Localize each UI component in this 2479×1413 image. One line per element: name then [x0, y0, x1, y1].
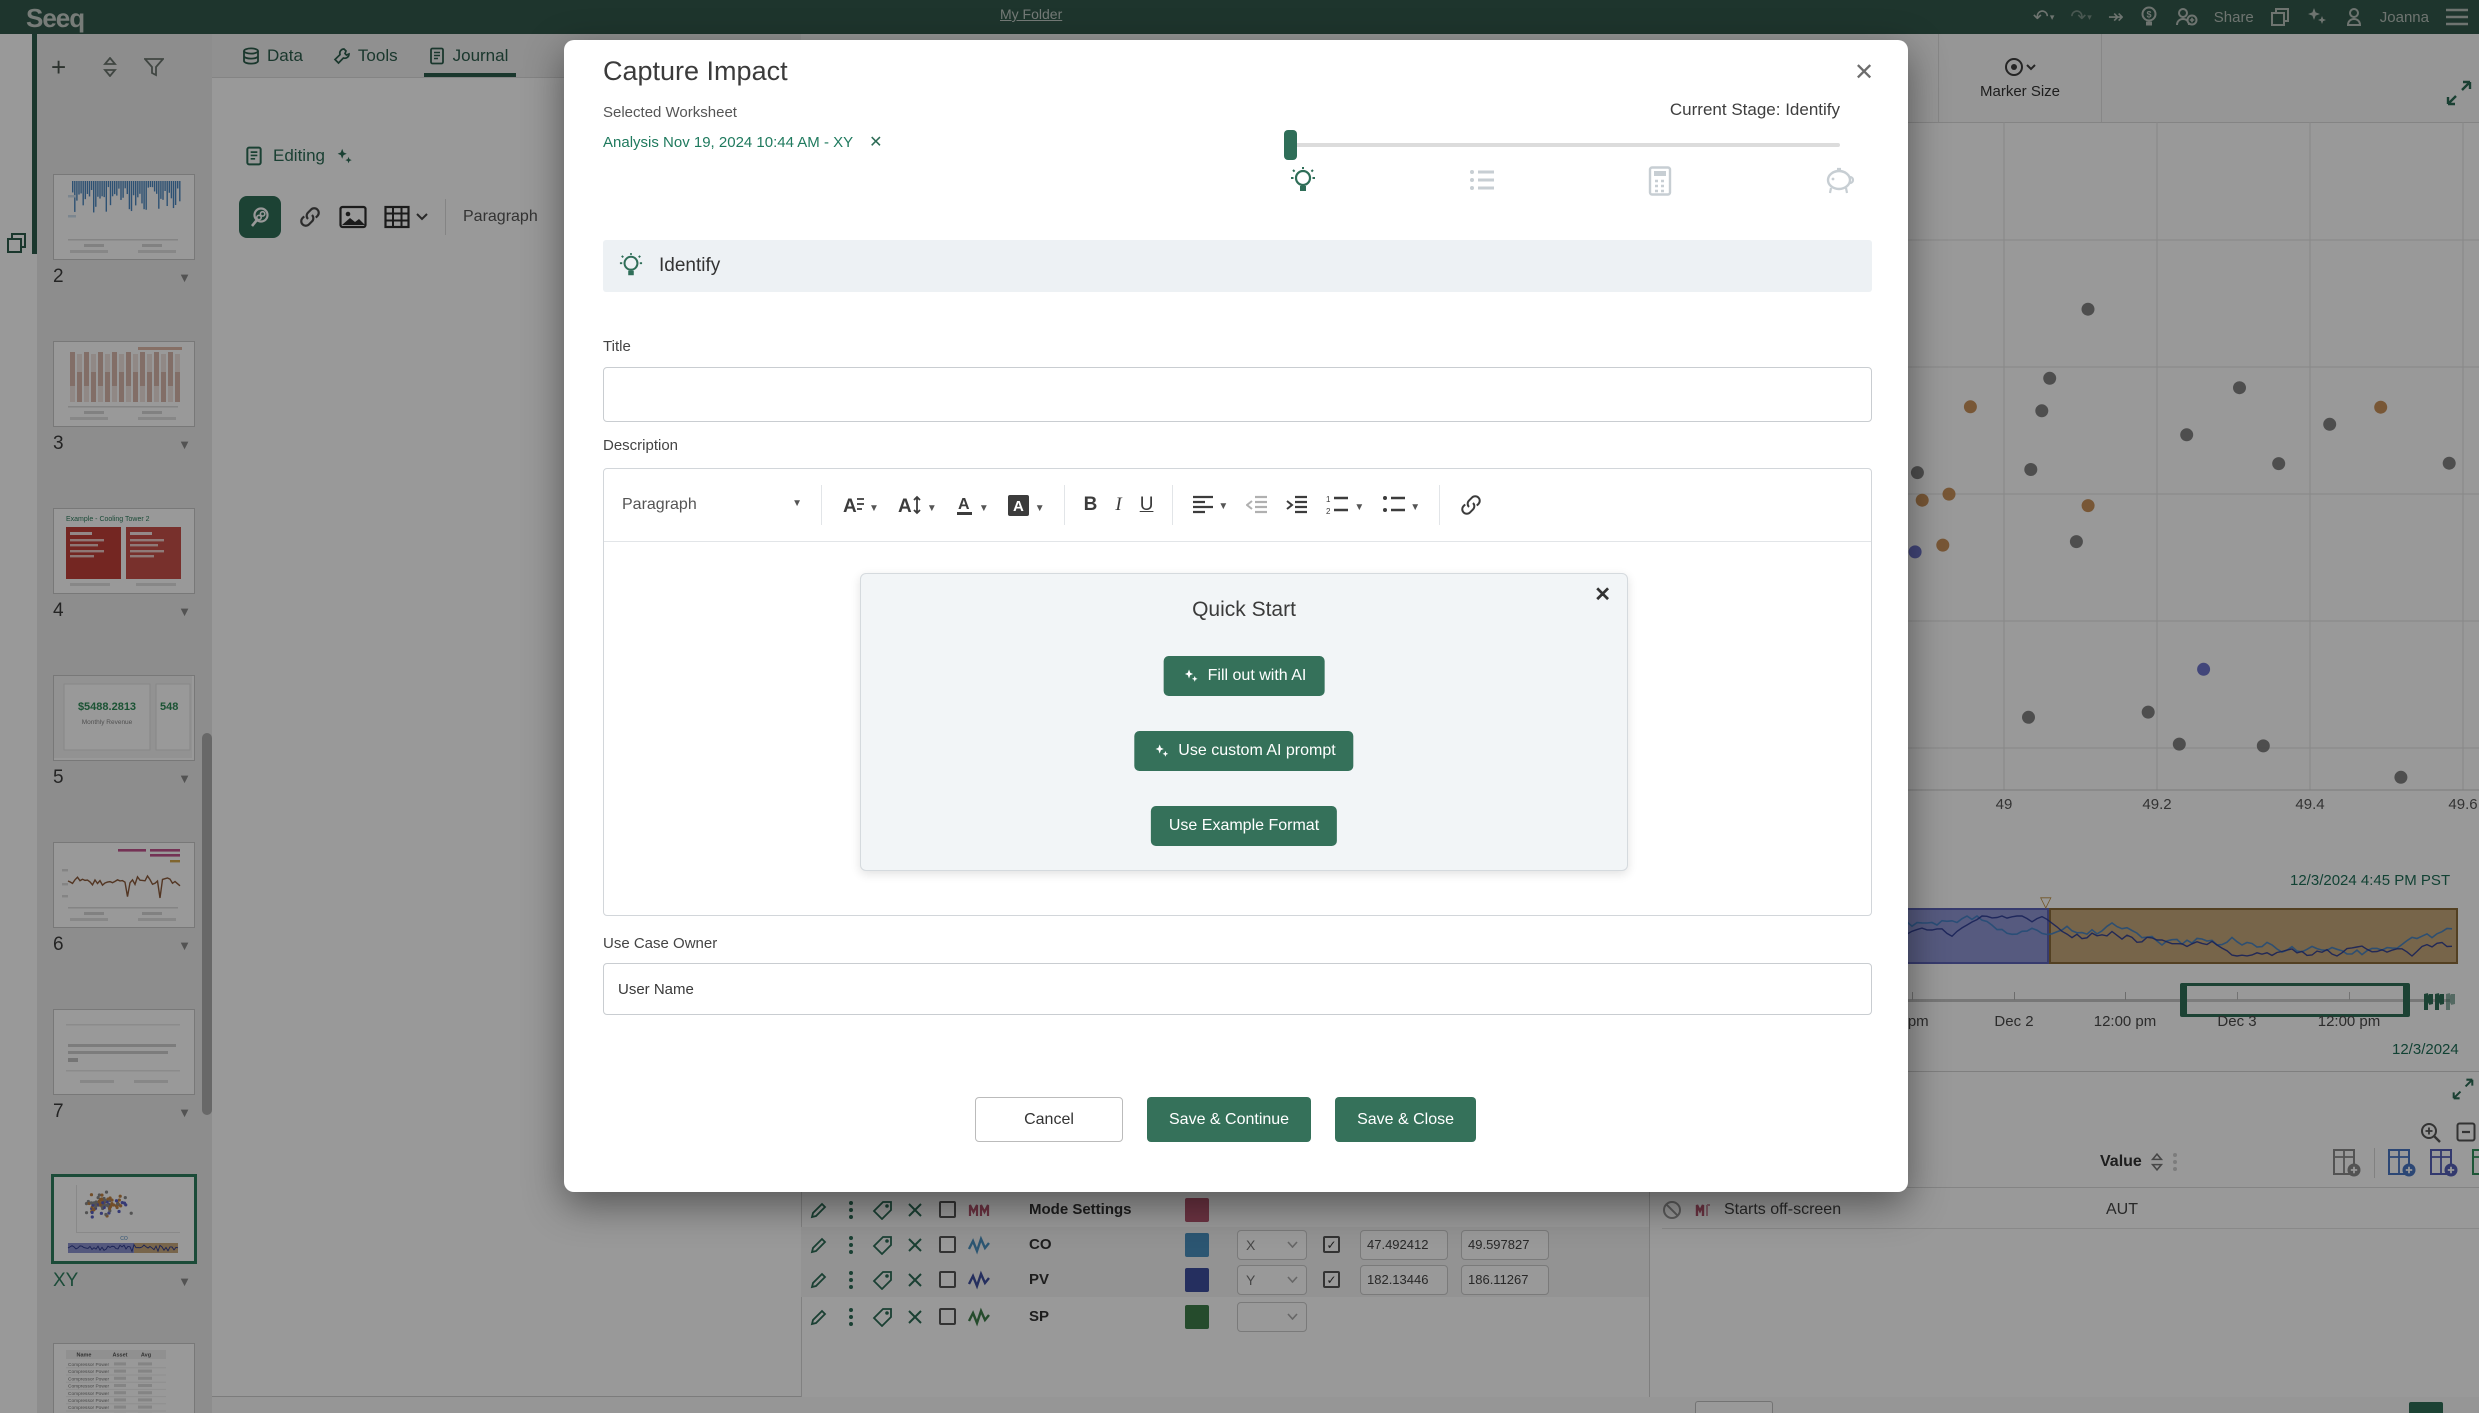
bullet-list-dropdown[interactable]: ▼ [1382, 494, 1420, 516]
current-stage-label: Current Stage: Identify [1460, 100, 1840, 120]
font-family-dropdown[interactable]: A▼ [841, 493, 879, 517]
fill-with-ai-button[interactable]: Fill out with AI [1164, 656, 1325, 696]
stage-monetize-icon[interactable] [1824, 166, 1856, 194]
font-color-dropdown[interactable]: A▼ [955, 493, 989, 517]
insert-link-button[interactable] [1459, 493, 1483, 517]
numbered-list-dropdown[interactable]: 12▼ [1326, 494, 1364, 516]
save-close-button[interactable]: Save & Close [1335, 1097, 1476, 1142]
selected-worksheet-label: Selected Worksheet [603, 104, 737, 121]
svg-text:A: A [843, 496, 857, 517]
align-dropdown[interactable]: ▼ [1192, 495, 1228, 515]
font-size-dropdown[interactable]: A▼ [897, 493, 937, 517]
modal-title: Capture Impact [603, 56, 788, 87]
outdent-button[interactable] [1246, 495, 1268, 515]
example-format-button[interactable]: Use Example Format [1151, 806, 1337, 846]
identify-icon [619, 252, 643, 280]
svg-text:2: 2 [1326, 507, 1331, 516]
indent-button[interactable] [1286, 495, 1308, 515]
custom-ai-prompt-button[interactable]: Use custom AI prompt [1134, 731, 1353, 771]
bold-button[interactable]: B [1084, 494, 1098, 516]
paragraph-dropdown[interactable]: Paragraph▼ [622, 496, 802, 514]
description-field-label: Description [603, 437, 678, 454]
description-editor[interactable]: Paragraph▼ A▼ A▼ A▼ A▼ B I U ▼ [603, 468, 1872, 916]
highlight-color-dropdown[interactable]: A▼ [1007, 493, 1045, 517]
save-continue-button[interactable]: Save & Continue [1147, 1097, 1311, 1142]
cancel-button[interactable]: Cancel [975, 1097, 1123, 1142]
owner-input[interactable]: User Name [603, 963, 1872, 1015]
quick-start-title: Quick Start [861, 598, 1627, 622]
worksheet-link[interactable]: Analysis Nov 19, 2024 10:44 AM - XY [603, 134, 853, 151]
svg-text:A: A [898, 496, 912, 517]
modal-close-icon[interactable]: ✕ [1854, 58, 1874, 87]
stage-slider-track[interactable] [1287, 143, 1840, 147]
quick-start-card: ✕ Quick Start Fill out with AI Use custo… [860, 573, 1628, 871]
modal-buttons: Cancel Save & Continue Save & Close [975, 1097, 1476, 1142]
underline-button[interactable]: U [1140, 494, 1154, 516]
stage-slider-handle[interactable] [1284, 130, 1297, 160]
stage-define-icon[interactable] [1468, 166, 1496, 194]
worksheet-link-row: Analysis Nov 19, 2024 10:44 AM - XY ✕ [603, 132, 883, 152]
svg-text:1: 1 [1326, 495, 1331, 504]
seeq-app: Seeq My Folder ↶▾ ↷▾ ↠ $ Share Joanna [0, 0, 2479, 1413]
svg-text:A: A [958, 496, 970, 513]
remove-worksheet-icon[interactable]: ✕ [869, 132, 882, 152]
editor-toolbar: Paragraph▼ A▼ A▼ A▼ A▼ B I U ▼ [604, 469, 1871, 542]
title-input[interactable] [603, 367, 1872, 422]
identify-section-header: Identify [603, 240, 1872, 292]
owner-field-label: Use Case Owner [603, 935, 717, 952]
title-field-label: Title [603, 338, 631, 355]
stage-calculate-icon[interactable] [1648, 166, 1672, 196]
svg-text:A: A [1013, 498, 1024, 515]
stage-identify-icon[interactable] [1290, 166, 1316, 196]
italic-button[interactable]: I [1115, 494, 1121, 516]
identify-section-title: Identify [659, 255, 720, 277]
